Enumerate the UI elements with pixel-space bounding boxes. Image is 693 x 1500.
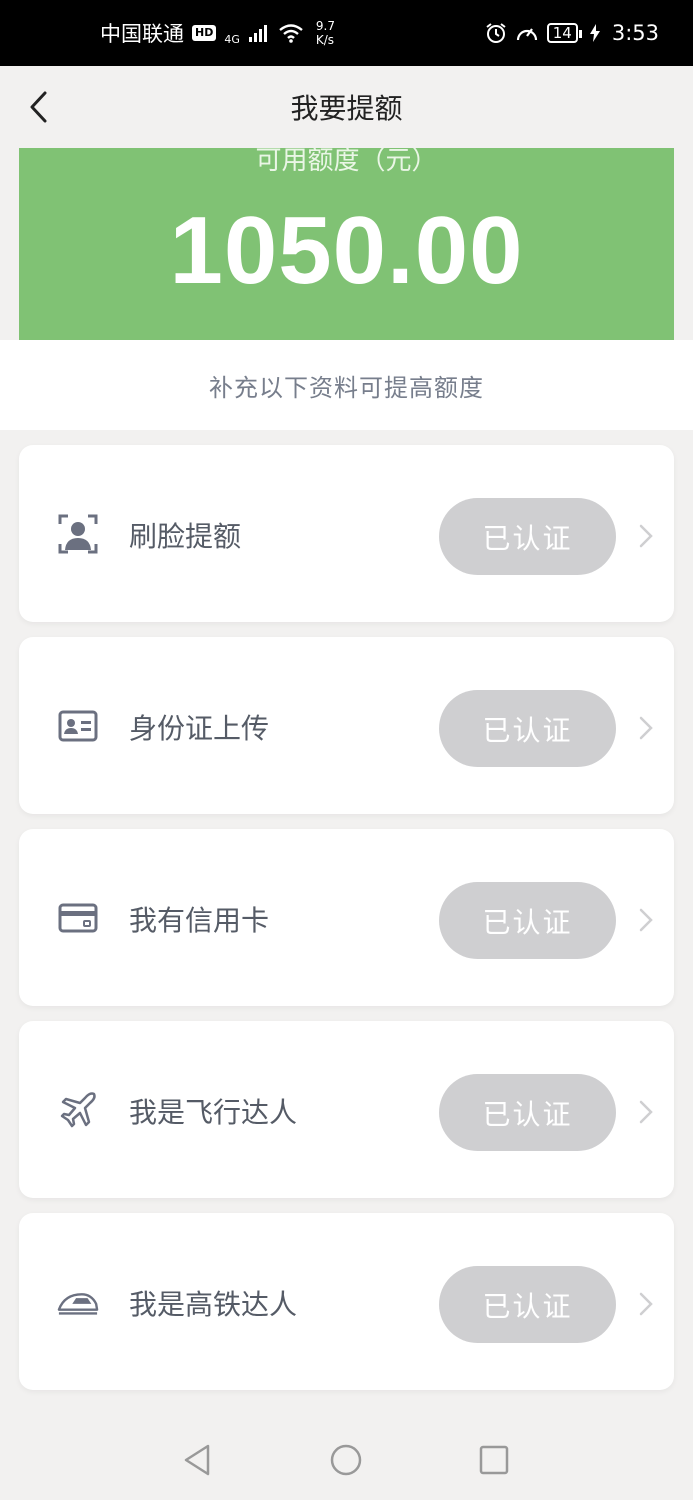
item-label: 我是高铁达人	[129, 1288, 298, 1321]
item-label: 刷脸提额	[129, 520, 242, 553]
verified-status-button[interactable]: 已认证	[439, 1074, 616, 1151]
wifi-icon	[279, 24, 303, 43]
face-id-icon	[57, 513, 99, 555]
hd-badge: HD	[192, 25, 217, 41]
speed-value: 9.7	[315, 19, 335, 33]
credit-limit-amount: 1050.00	[169, 197, 524, 304]
network-type: 4G	[224, 33, 240, 46]
list-item-credit-card[interactable]: 我有信用卡 已认证	[19, 829, 674, 1006]
chevron-right-icon	[639, 908, 653, 932]
item-label: 身份证上传	[129, 712, 270, 745]
battery-level: 14	[546, 23, 582, 43]
page-title: 我要提额	[290, 92, 403, 125]
list-item-id-card-upload[interactable]: 身份证上传 已认证	[19, 637, 674, 814]
hint-text: 补充以下资料可提高额度	[209, 373, 484, 402]
list-item-face-verification[interactable]: 刷脸提额 已认证	[19, 445, 674, 622]
clock: 3:53	[611, 21, 659, 45]
system-nav-bar	[0, 1420, 693, 1500]
signal-icon	[248, 25, 267, 42]
chevron-right-icon	[639, 716, 653, 740]
status-bar: 中国联通 HD 4G 9.7 K/s 14 3:53	[0, 0, 693, 66]
speed-unit: K/s	[315, 33, 335, 47]
nav-header: 我要提额	[0, 66, 693, 148]
status-right: 14 3:53	[485, 21, 659, 45]
status-left: 中国联通 HD 4G 9.7 K/s	[100, 18, 335, 48]
alarm-icon	[486, 23, 506, 43]
carrier-name: 中国联通	[100, 22, 184, 46]
nav-recents-square-icon[interactable]	[476, 1442, 512, 1478]
id-card-icon	[57, 705, 99, 747]
verified-status-button[interactable]: 已认证	[439, 498, 616, 575]
charging-icon	[589, 24, 600, 42]
back-button[interactable]	[18, 84, 58, 130]
chevron-right-icon	[639, 1100, 653, 1124]
chevron-right-icon	[639, 1292, 653, 1316]
credit-card-icon	[57, 897, 99, 939]
credit-limit-panel: 可用额度（元） 1050.00	[19, 148, 674, 340]
item-label: 我有信用卡	[129, 904, 270, 937]
airplane-icon	[57, 1089, 99, 1131]
high-speed-train-icon	[57, 1281, 99, 1323]
verified-status-button[interactable]: 已认证	[439, 1266, 616, 1343]
network-speed: 9.7 K/s	[316, 19, 335, 47]
speedometer-icon	[516, 28, 537, 41]
list-item-frequent-flyer[interactable]: 我是飞行达人 已认证	[19, 1021, 674, 1198]
verified-status-button[interactable]: 已认证	[439, 882, 616, 959]
item-label: 我是飞行达人	[129, 1096, 298, 1129]
hint-bar: 补充以下资料可提高额度	[0, 340, 693, 430]
chevron-right-icon	[639, 524, 653, 548]
credit-limit-label: 可用额度（元）	[255, 148, 438, 176]
chevron-left-icon	[30, 91, 47, 123]
list-item-high-speed-rail[interactable]: 我是高铁达人 已认证	[19, 1213, 674, 1390]
nav-home-circle-icon[interactable]	[328, 1442, 364, 1478]
verified-status-button[interactable]: 已认证	[439, 690, 616, 767]
nav-back-triangle-icon[interactable]	[180, 1442, 216, 1478]
